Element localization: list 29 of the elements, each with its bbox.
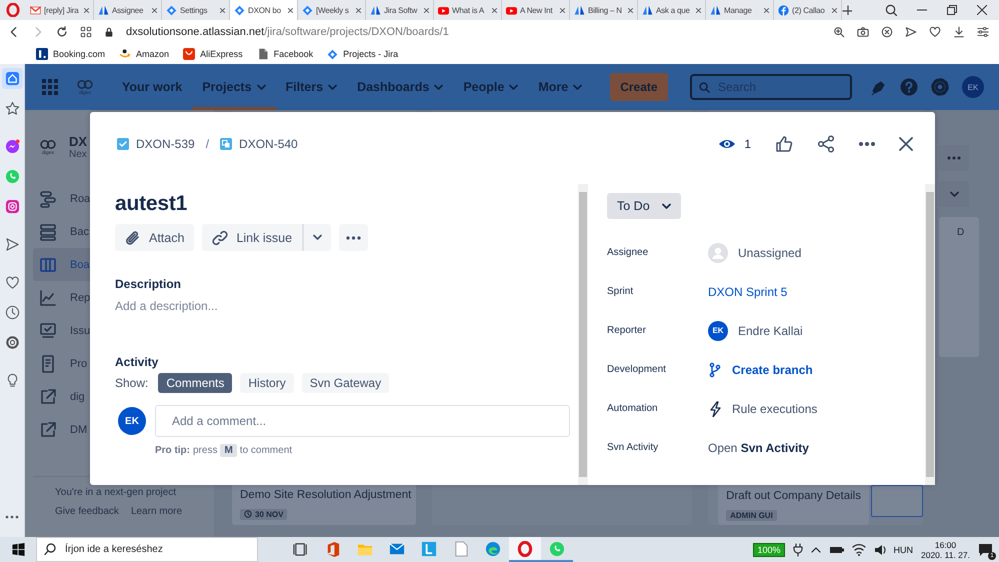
field-label: Sprint [607,286,634,297]
battery-indicator: 100% [753,542,784,556]
due-date: 30 NOV [240,508,288,520]
issue-title: autest1 [115,192,188,216]
field-value: Open Svn Activity [708,440,809,454]
field-value: Rule executions [732,402,818,416]
project-type: Nex [69,149,88,160]
section-label: Description [115,277,182,291]
issue-card: D [939,217,979,357]
filter-label: Show: [115,376,148,390]
user-avatar: EK [118,407,146,435]
breadcrumb-separator: / [206,137,210,151]
label-tag: ADMIN GUI [726,510,777,521]
field-label: Svn Activity [607,442,660,453]
field-label: Assignee [607,247,650,258]
tip-text: press [193,445,218,456]
tip-label: Pro tip: [155,445,190,456]
field-value: Unassigned [738,246,802,260]
section-label: Activity [115,355,160,369]
field-label: Reporter [607,325,647,336]
project-note: You're in a next-gen project [55,487,178,498]
field-label: Automation [607,403,659,414]
project-name: DX [69,134,88,149]
field-label: Development [607,364,667,375]
field-value: Endre Kallai [738,324,803,338]
card-title: Draft out Company Details [726,490,861,502]
user-avatar: EK [708,320,728,340]
keyboard-key: M [220,444,237,457]
tip-text: to comment [240,445,292,456]
